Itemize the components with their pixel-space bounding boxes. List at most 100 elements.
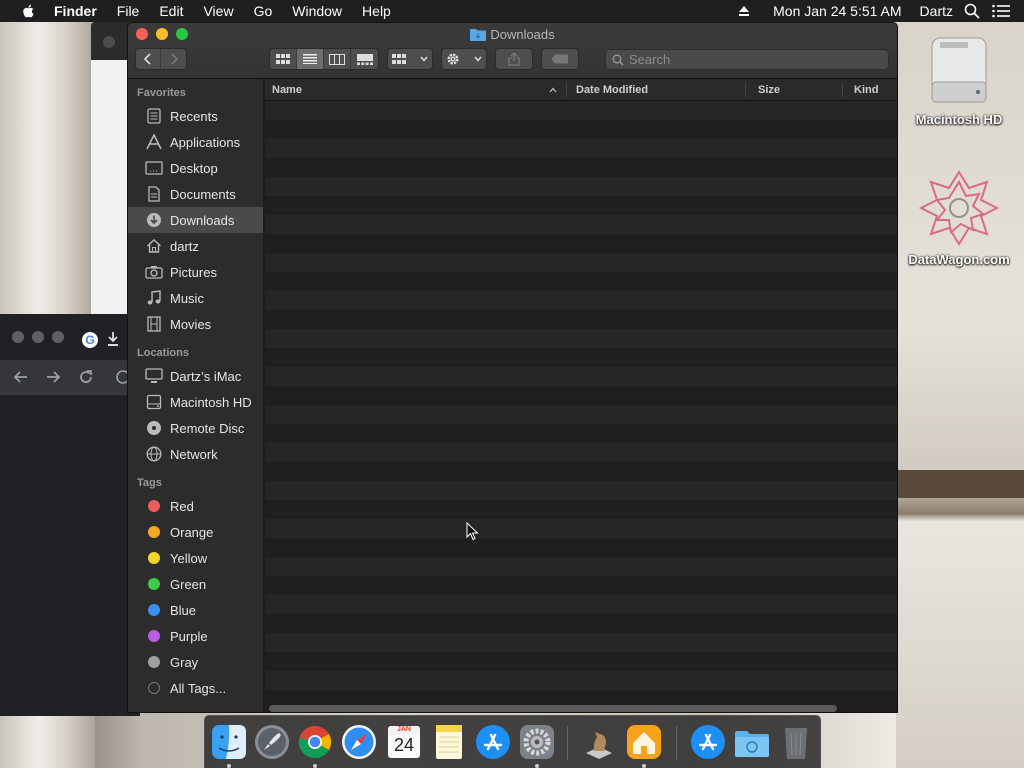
app-store-icon: [476, 725, 510, 759]
horizontal-scrollbar[interactable]: [269, 705, 837, 712]
dock-downloads-folder[interactable]: [733, 723, 771, 761]
dock-chrome[interactable]: [296, 723, 334, 761]
back-arrow-icon[interactable]: [12, 368, 30, 386]
column-header-size[interactable]: Size: [758, 79, 780, 101]
sidebar-item-label: dartz: [170, 238, 199, 254]
sidebar-item-desktop[interactable]: Desktop: [128, 155, 263, 181]
column-header-date-modified[interactable]: Date Modified: [576, 79, 648, 101]
sidebar-tag-gray[interactable]: Gray: [128, 649, 263, 675]
menubar-clock[interactable]: Mon Jan 24 5:51 AM: [764, 3, 910, 19]
menu-file[interactable]: File: [107, 0, 150, 22]
menu-help[interactable]: Help: [352, 0, 401, 22]
column-header-row: Name Date Modified Size Kind: [265, 79, 897, 101]
sidebar-item-movies[interactable]: Movies: [128, 311, 263, 337]
chrome-minimize-dot[interactable]: [32, 331, 44, 343]
desktop-icon-datawagon[interactable]: DataWagon.com: [900, 168, 1018, 267]
dock-notes[interactable]: [430, 723, 468, 761]
sidebar-item-dartz[interactable]: dartz: [128, 233, 263, 259]
menu-app-finder[interactable]: Finder: [54, 0, 107, 22]
gear-icon: [447, 53, 459, 65]
background-window[interactable]: [91, 22, 131, 322]
group-by-button[interactable]: [387, 48, 433, 70]
dock-home[interactable]: [625, 723, 663, 761]
column-divider[interactable]: [842, 83, 843, 97]
spotlight-search-icon[interactable]: [964, 3, 980, 19]
forward-arrow-icon[interactable]: [44, 368, 62, 386]
sidebar-item-music[interactable]: Music: [128, 285, 263, 311]
menu-view[interactable]: View: [193, 0, 243, 22]
column-header-name[interactable]: Name: [272, 79, 302, 101]
icon-view-button[interactable]: [270, 49, 297, 69]
sidebar-tag-yellow[interactable]: Yellow: [128, 545, 263, 571]
column-divider[interactable]: [745, 83, 746, 97]
menu-window[interactable]: Window: [282, 0, 352, 22]
sidebar-tag-blue[interactable]: Blue: [128, 597, 263, 623]
sidebar-item-label: Macintosh HD: [170, 394, 252, 410]
chevron-down-icon: [474, 56, 482, 62]
column-header-kind[interactable]: Kind: [854, 79, 878, 101]
search-field[interactable]: [605, 49, 889, 70]
chrome-close-dot[interactable]: [12, 331, 24, 343]
dock-calendar[interactable]: JAN 24: [385, 723, 423, 761]
sidebar-item-label: Applications: [170, 134, 241, 150]
dock-app-store-folder[interactable]: [689, 723, 727, 761]
apple-menu-icon[interactable]: [19, 3, 39, 19]
forward-button[interactable]: [161, 49, 186, 69]
menubar-user[interactable]: Dartz: [911, 3, 962, 19]
finder-sidebar: Favorites Recents Applications Desktop D…: [128, 79, 264, 712]
window-close-dot[interactable]: [103, 36, 115, 48]
dock-trash[interactable]: [777, 723, 815, 761]
all-tags-icon: [148, 682, 160, 694]
sidebar-item-label: Desktop: [170, 160, 218, 176]
sidebar-item-network[interactable]: Network: [128, 441, 263, 467]
column-view-button[interactable]: [324, 49, 351, 69]
safari-compass-icon: [342, 725, 376, 759]
sidebar-tag-red[interactable]: Red: [128, 493, 263, 519]
menu-edit[interactable]: Edit: [149, 0, 193, 22]
sidebar-item-documents[interactable]: Documents: [128, 181, 263, 207]
download-icon[interactable]: [106, 331, 120, 347]
finder-window[interactable]: Downloads Search Favorites Recents Appli…: [127, 22, 898, 713]
sidebar-item-label: All Tags...: [170, 680, 227, 696]
dock-system-preferences[interactable]: [518, 723, 556, 761]
gallery-view-button[interactable]: [351, 49, 378, 69]
file-list-rows[interactable]: [265, 101, 897, 693]
dock-finder[interactable]: [210, 723, 248, 761]
sidebar-all-tags[interactable]: All Tags...: [128, 675, 263, 701]
chrome-nav-bar: [0, 360, 140, 394]
dock-chess[interactable]: [580, 723, 618, 761]
sidebar-item-recents[interactable]: Recents: [128, 103, 263, 129]
sidebar-item-label: Pictures: [170, 264, 217, 280]
eject-icon[interactable]: [738, 5, 750, 17]
finder-titlebar: Downloads: [128, 23, 897, 79]
share-button[interactable]: [495, 48, 533, 70]
search-input[interactable]: [629, 52, 869, 67]
back-button[interactable]: [136, 49, 161, 69]
dock-safari[interactable]: [340, 723, 378, 761]
sidebar-item-pictures[interactable]: Pictures: [128, 259, 263, 285]
notification-center-icon[interactable]: [992, 4, 1010, 18]
sidebar-tag-green[interactable]: Green: [128, 571, 263, 597]
desktop-icon-macintosh-hd[interactable]: Macintosh HD: [905, 30, 1013, 127]
menu-go[interactable]: Go: [244, 0, 283, 22]
sidebar-tag-orange[interactable]: Orange: [128, 519, 263, 545]
sidebar-tag-purple[interactable]: Purple: [128, 623, 263, 649]
list-view-button[interactable]: [297, 49, 324, 69]
chrome-window[interactable]: G: [0, 314, 140, 716]
dock-launchpad[interactable]: [253, 723, 291, 761]
chrome-maximize-dot[interactable]: [52, 331, 64, 343]
dock-app-store[interactable]: [474, 723, 512, 761]
file-list[interactable]: Name Date Modified Size Kind: [265, 79, 897, 712]
column-divider[interactable]: [566, 83, 567, 97]
sort-ascending-icon[interactable]: [549, 87, 557, 93]
sidebar-item-remote-disc[interactable]: Remote Disc: [128, 415, 263, 441]
window-title-text: Downloads: [490, 27, 555, 42]
sidebar-item-downloads[interactable]: Downloads: [128, 207, 263, 233]
edit-tags-button[interactable]: [541, 48, 579, 70]
google-favicon-icon[interactable]: G: [82, 332, 98, 348]
action-menu-button[interactable]: [441, 48, 487, 70]
sidebar-item-imac[interactable]: Dartz’s iMac: [128, 363, 263, 389]
reload-icon[interactable]: [77, 368, 95, 386]
sidebar-item-applications[interactable]: Applications: [128, 129, 263, 155]
sidebar-item-macintosh-hd[interactable]: Macintosh HD: [128, 389, 263, 415]
